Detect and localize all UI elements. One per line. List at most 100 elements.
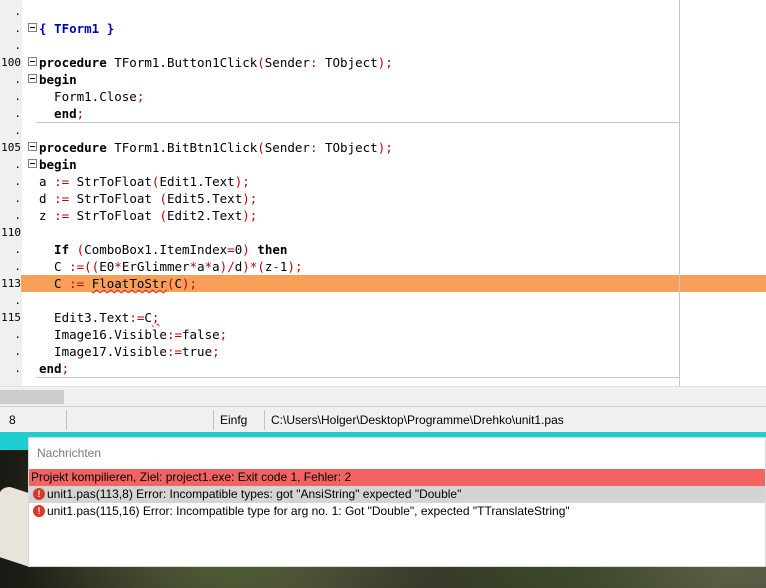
code-token: ( bbox=[159, 208, 167, 223]
line-number: . bbox=[14, 22, 21, 35]
line-number: . bbox=[14, 124, 21, 137]
line-number: . bbox=[14, 362, 21, 375]
messages-window[interactable]: Nachrichten Projekt kompilieren, Ziel: p… bbox=[28, 437, 766, 567]
line-number: . bbox=[14, 260, 21, 273]
code-text: procedure TForm1.Button1Click(Sender: TO… bbox=[39, 54, 393, 71]
code-text: Edit3.Text:=C; bbox=[39, 309, 159, 326]
code-token: ); bbox=[182, 276, 198, 291]
line-number: . bbox=[14, 209, 21, 222]
code-token: Image17.Visible bbox=[39, 344, 167, 359]
fold-toggle-icon[interactable] bbox=[28, 159, 37, 168]
line-number: 110 bbox=[1, 226, 21, 239]
code-token: )/ bbox=[219, 259, 235, 274]
fold-toggle-icon[interactable] bbox=[28, 74, 37, 83]
code-token: ; bbox=[61, 361, 70, 376]
fold-toggle-icon[interactable] bbox=[28, 142, 37, 151]
code-text: z := StrToFloat (Edit2.Text); bbox=[39, 207, 257, 224]
line-number: . bbox=[14, 192, 21, 205]
line-number: 100 bbox=[1, 56, 21, 69]
compile-summary[interactable]: Projekt kompilieren, Ziel: project1.exe:… bbox=[29, 469, 765, 486]
code-line[interactable]: . bbox=[0, 3, 766, 20]
message-item[interactable]: ! unit1.pas(115,16) Error: Incompatible … bbox=[29, 503, 765, 520]
line-number: . bbox=[14, 73, 21, 86]
status-bar: 8 Einfg C:\Users\Holger\Desktop\Programm… bbox=[0, 406, 766, 432]
code-line[interactable]: 100 procedure TForm1.Button1Click(Sender:… bbox=[0, 54, 766, 71]
code-line[interactable]: . bbox=[0, 37, 766, 54]
code-text: a := StrToFloat(Edit1.Text); bbox=[39, 173, 250, 190]
error-icon: ! bbox=[33, 505, 45, 517]
code-line[interactable]: . begin bbox=[0, 156, 766, 173]
code-token: then bbox=[249, 242, 288, 257]
code-line[interactable]: . { TForm1 } bbox=[0, 20, 766, 37]
message-item[interactable]: ! unit1.pas(113,8) Error: Incompatible t… bbox=[29, 486, 765, 503]
line-number: . bbox=[14, 243, 21, 256]
code-token: Sender bbox=[264, 55, 310, 70]
fold-toggle-icon[interactable] bbox=[28, 23, 37, 32]
code-token: { TForm1 } bbox=[39, 21, 115, 36]
code-line[interactable]: . a := StrToFloat(Edit1.Text); bbox=[0, 173, 766, 190]
line-number: . bbox=[14, 5, 21, 18]
code-editor[interactable]: .. { TForm1 }. 100 procedure TForm1.Button1… bbox=[0, 0, 766, 386]
code-token: procedure bbox=[39, 140, 107, 155]
code-text: { TForm1 } bbox=[39, 20, 114, 37]
code-token: ); bbox=[242, 191, 258, 206]
code-text: end; bbox=[39, 360, 69, 377]
code-text: procedure TForm1.BitBtn1Click(Sender: TO… bbox=[39, 139, 393, 156]
code-line[interactable]: . end; bbox=[0, 105, 766, 122]
code-token: false bbox=[182, 327, 220, 342]
code-token: :=(( bbox=[69, 259, 100, 274]
code-line[interactable]: . end; bbox=[0, 360, 766, 377]
line-number: . bbox=[14, 294, 21, 307]
fold-toggle-icon[interactable] bbox=[28, 57, 37, 66]
message-text: unit1.pas(113,8) Error: Incompatible typ… bbox=[47, 487, 462, 501]
code-line[interactable]: . bbox=[0, 292, 766, 309]
code-line[interactable]: 115 Edit3.Text:=C; bbox=[0, 309, 766, 326]
code-line[interactable]: 110 bbox=[0, 224, 766, 241]
code-token: Edit3.Text bbox=[39, 310, 130, 325]
code-token: Image16.Visible bbox=[39, 327, 167, 342]
code-token: d bbox=[39, 191, 55, 206]
code-text: C :=((E0*ErGlimmer*a*a)/d)*(z-1); bbox=[39, 258, 303, 275]
code-token: ); bbox=[377, 140, 393, 155]
code-token: ( bbox=[257, 55, 265, 70]
code-line[interactable]: . Image16.Visible:=false; bbox=[0, 326, 766, 343]
code-token: ; bbox=[76, 106, 85, 121]
line-number: . bbox=[14, 90, 21, 103]
line-number: . bbox=[14, 328, 21, 341]
insert-mode: Einfg bbox=[220, 413, 248, 427]
status-divider bbox=[213, 410, 214, 430]
file-path: C:\Users\Holger\Desktop\Programme\Drehko… bbox=[271, 413, 564, 427]
code-token: ; bbox=[151, 310, 160, 325]
code-line[interactable]: . Image17.Visible:=true; bbox=[0, 343, 766, 360]
code-token: StrToFloat bbox=[69, 208, 160, 223]
code-line[interactable]: . d := StrToFloat (Edit5.Text); bbox=[0, 190, 766, 207]
messages-title: Nachrichten bbox=[37, 446, 102, 460]
code-token: ); bbox=[234, 174, 250, 189]
code-token: If bbox=[39, 242, 77, 257]
code-token: z bbox=[39, 208, 55, 223]
code-token: StrToFloat bbox=[69, 174, 152, 189]
code-token: C bbox=[39, 259, 70, 274]
code-token: Edit1.Text bbox=[159, 174, 235, 189]
code-line[interactable]: . If (ComboBox1.ItemIndex=0) then bbox=[0, 241, 766, 258]
code-line[interactable]: . Form1.Close; bbox=[0, 88, 766, 105]
code-token: ComboBox1.ItemIndex bbox=[84, 242, 228, 257]
highlighted-code-line[interactable]: 113 C := FloatToStr(C); bbox=[0, 275, 766, 292]
status-divider bbox=[66, 410, 67, 430]
code-line[interactable]: . C :=((E0*ErGlimmer*a*a)/d)*(z-1); bbox=[0, 258, 766, 275]
scrollbar-thumb[interactable] bbox=[0, 390, 64, 404]
code-token: E0 bbox=[99, 259, 115, 274]
horizontal-scrollbar[interactable] bbox=[0, 386, 766, 406]
code-token: begin bbox=[39, 157, 77, 172]
code-line[interactable]: . begin bbox=[0, 71, 766, 88]
code-line[interactable]: 105 procedure TForm1.BitBtn1Click(Sender:… bbox=[0, 139, 766, 156]
code-token: := bbox=[166, 327, 182, 342]
code-text: Image16.Visible:=false; bbox=[39, 326, 227, 343]
code-line[interactable]: . bbox=[0, 122, 766, 139]
code-token: )*( bbox=[242, 259, 265, 274]
code-line[interactable]: . z := StrToFloat (Edit2.Text); bbox=[0, 207, 766, 224]
code-token: ErGlimmer bbox=[121, 259, 190, 274]
code-token: ); bbox=[287, 259, 303, 274]
code-token: Edit2.Text bbox=[166, 208, 243, 223]
code-text: begin bbox=[39, 71, 77, 88]
